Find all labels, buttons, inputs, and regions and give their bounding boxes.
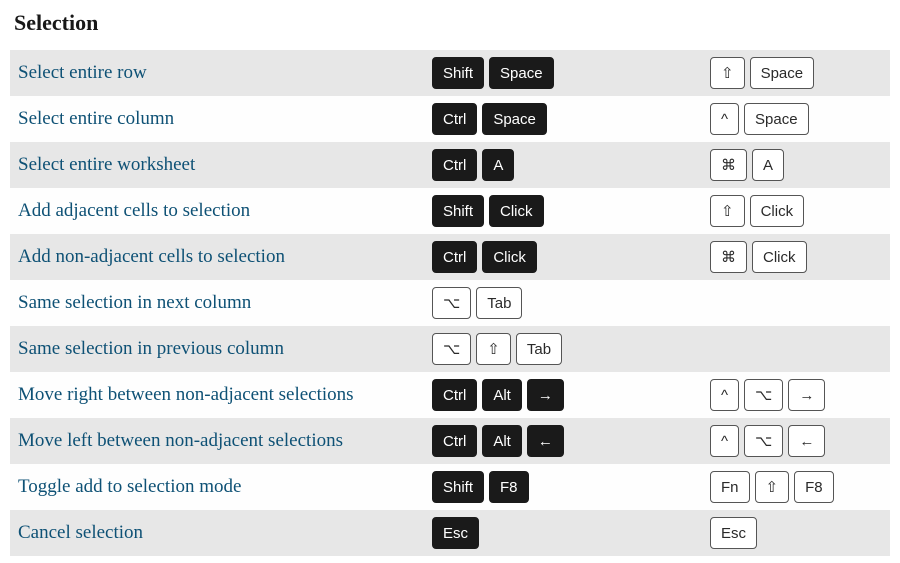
keyboard-key: ⌥ (432, 333, 471, 365)
keyboard-key: Ctrl (432, 379, 477, 411)
description-cell: Select entire worksheet (10, 154, 432, 176)
table-row: Add non-adjacent cells to selectionCtrlC… (10, 234, 890, 280)
table-row: Move left between non-adjacent selection… (10, 418, 890, 464)
table-row: Same selection in previous column ⌥⇧Tab (10, 326, 890, 372)
keyboard-key: Shift (432, 195, 484, 227)
windows-shortcut-cell: ⌥Tab (432, 287, 710, 319)
keyboard-key: A (482, 149, 514, 181)
table-row: Toggle add to selection modeShiftF8Fn⇧F8 (10, 464, 890, 510)
keyboard-key: → (788, 379, 825, 411)
keyboard-key: Ctrl (432, 425, 477, 457)
mac-shortcut-cell: ^⌥← (710, 425, 890, 457)
shortcut-description-link[interactable]: Move right between non-adjacent selectio… (18, 384, 354, 405)
keyboard-key: Space (744, 103, 809, 135)
keyboard-key: ⌘ (710, 241, 747, 273)
description-cell: Same selection in previous column (10, 338, 432, 360)
keyboard-key: Click (489, 195, 544, 227)
description-cell: Select entire column (10, 108, 432, 130)
windows-shortcut-cell: ShiftF8 (432, 471, 710, 503)
keyboard-key: Space (750, 57, 815, 89)
windows-shortcut-cell: CtrlSpace (432, 103, 710, 135)
shortcut-description-link[interactable]: Move left between non-adjacent selection… (18, 430, 343, 451)
table-row: Select entire worksheetCtrlA⌘A (10, 142, 890, 188)
keyboard-key: ⇧ (710, 57, 745, 89)
windows-shortcut-cell: CtrlAlt← (432, 425, 710, 457)
shortcut-description-link[interactable]: Add adjacent cells to selection (18, 200, 250, 221)
shortcut-description-link[interactable]: Same selection in next column (18, 292, 251, 313)
keyboard-key: Esc (432, 517, 479, 549)
mac-shortcut-cell: ^⌥→ (710, 379, 890, 411)
keyboard-key: Tab (476, 287, 522, 319)
shortcut-description-link[interactable]: Select entire row (18, 62, 147, 83)
mac-shortcut-cell: ^Space (710, 103, 890, 135)
section-title: Selection (10, 10, 890, 36)
shortcuts-table: Select entire rowShiftSpace⇧SpaceSelect … (10, 50, 890, 556)
mac-shortcut-cell: ⇧Space (710, 57, 890, 89)
mac-shortcut-cell: ⇧Click (710, 195, 890, 227)
keyboard-key: ⇧ (710, 195, 745, 227)
description-cell: Add non-adjacent cells to selection (10, 246, 432, 268)
shortcut-description-link[interactable]: Select entire worksheet (18, 154, 195, 175)
description-cell: Select entire row (10, 62, 432, 84)
description-cell: Same selection in next column (10, 292, 432, 314)
table-row: Same selection in next column ⌥Tab (10, 280, 890, 326)
keyboard-key: Alt (482, 379, 522, 411)
keyboard-key: ⌥ (744, 425, 783, 457)
keyboard-key: F8 (794, 471, 834, 503)
keyboard-key: ⇧ (476, 333, 511, 365)
windows-shortcut-cell: ShiftSpace (432, 57, 710, 89)
keyboard-key: Click (750, 195, 805, 227)
keyboard-key: Shift (432, 471, 484, 503)
description-cell: Add adjacent cells to selection (10, 200, 432, 222)
keyboard-key: ^ (710, 379, 739, 411)
keyboard-key: Alt (482, 425, 522, 457)
keyboard-key: Ctrl (432, 241, 477, 273)
windows-shortcut-cell: Esc (432, 517, 710, 549)
table-row: Select entire columnCtrlSpace^Space (10, 96, 890, 142)
table-row: Add adjacent cells to selectionShiftClic… (10, 188, 890, 234)
shortcut-description-link[interactable]: Same selection in previous column (18, 338, 284, 359)
table-row: Cancel selection Esc Esc (10, 510, 890, 556)
keyboard-key: ⌥ (432, 287, 471, 319)
keyboard-key: Space (489, 57, 554, 89)
keyboard-key: Click (752, 241, 807, 273)
keyboard-key: Click (482, 241, 537, 273)
keyboard-key: ⌥ (744, 379, 783, 411)
description-cell: Move right between non-adjacent selectio… (10, 384, 432, 406)
description-cell: Move left between non-adjacent selection… (10, 430, 432, 452)
mac-shortcut-cell: ⌘Click (710, 241, 890, 273)
keyboard-key: Esc (710, 517, 757, 549)
mac-shortcut-cell: ⌘A (710, 149, 890, 181)
keyboard-key: F8 (489, 471, 529, 503)
keyboard-key: ^ (710, 103, 739, 135)
windows-shortcut-cell: ShiftClick (432, 195, 710, 227)
keyboard-key: ← (527, 425, 564, 457)
keyboard-key: → (527, 379, 564, 411)
shortcut-description-link[interactable]: Select entire column (18, 108, 174, 129)
shortcut-description-link[interactable]: Add non-adjacent cells to selection (18, 246, 285, 267)
shortcut-description-link[interactable]: Cancel selection (18, 522, 143, 543)
keyboard-key: ⌘ (710, 149, 747, 181)
keyboard-key: Fn (710, 471, 750, 503)
mac-shortcut-cell: Esc (710, 517, 890, 549)
keyboard-key: Shift (432, 57, 484, 89)
mac-shortcut-cell: Fn⇧F8 (710, 471, 890, 503)
keyboard-key: Tab (516, 333, 562, 365)
table-row: Select entire rowShiftSpace⇧Space (10, 50, 890, 96)
table-row: Move right between non-adjacent selectio… (10, 372, 890, 418)
windows-shortcut-cell: CtrlClick (432, 241, 710, 273)
keyboard-key: Space (482, 103, 547, 135)
keyboard-key: Ctrl (432, 149, 477, 181)
keyboard-key: ⇧ (755, 471, 790, 503)
description-cell: Cancel selection (10, 522, 432, 544)
keyboard-key: A (752, 149, 784, 181)
windows-shortcut-cell: ⌥⇧Tab (432, 333, 710, 365)
description-cell: Toggle add to selection mode (10, 476, 432, 498)
windows-shortcut-cell: CtrlAlt→ (432, 379, 710, 411)
shortcut-description-link[interactable]: Toggle add to selection mode (18, 476, 241, 497)
keyboard-key: ← (788, 425, 825, 457)
keyboard-key: Ctrl (432, 103, 477, 135)
windows-shortcut-cell: CtrlA (432, 149, 710, 181)
keyboard-key: ^ (710, 425, 739, 457)
